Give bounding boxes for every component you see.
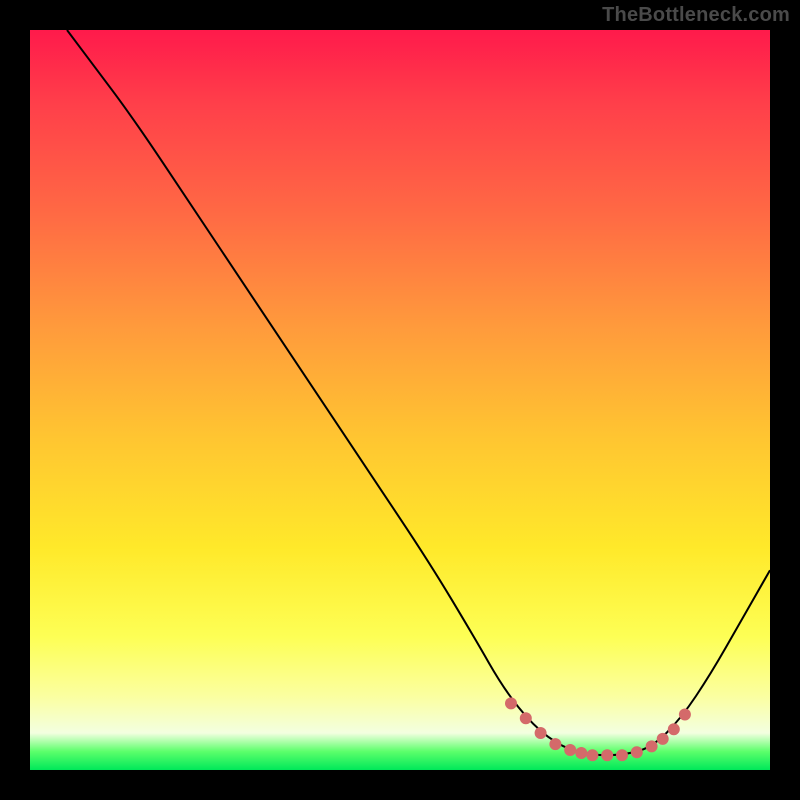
optimal-marker bbox=[575, 747, 587, 759]
optimal-marker bbox=[679, 709, 691, 721]
bottleneck-chart bbox=[0, 0, 800, 800]
chart-frame: TheBottleneck.com bbox=[0, 0, 800, 800]
optimal-marker bbox=[549, 738, 561, 750]
watermark-text: TheBottleneck.com bbox=[602, 4, 790, 27]
optimal-marker bbox=[505, 697, 517, 709]
optimal-marker bbox=[520, 712, 532, 724]
optimal-marker bbox=[535, 727, 547, 739]
optimal-marker bbox=[668, 723, 680, 735]
optimal-marker bbox=[657, 733, 669, 745]
optimal-marker bbox=[586, 749, 598, 761]
optimal-marker bbox=[564, 744, 576, 756]
plot-background bbox=[30, 30, 770, 770]
optimal-marker bbox=[601, 749, 613, 761]
optimal-marker bbox=[616, 749, 628, 761]
optimal-marker bbox=[631, 746, 643, 758]
optimal-marker bbox=[646, 740, 658, 752]
